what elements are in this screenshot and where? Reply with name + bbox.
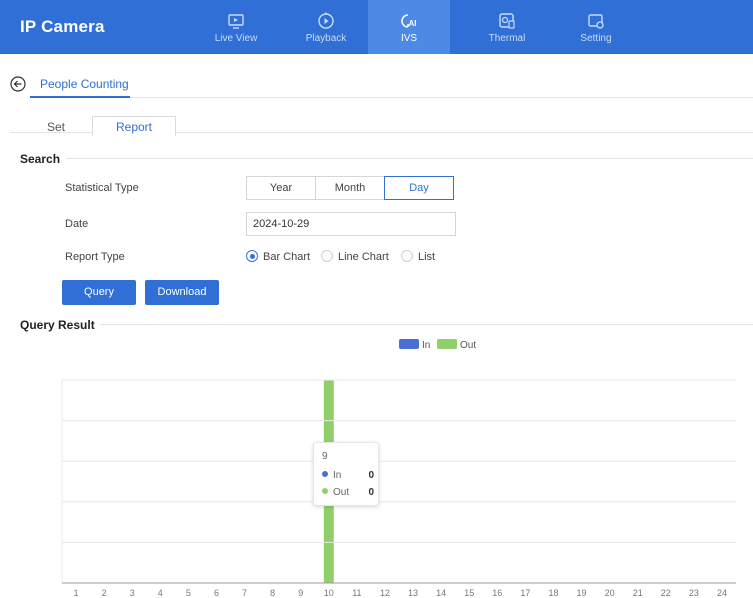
nav-live-view-label: Live View <box>214 33 258 44</box>
page-title: People Counting <box>40 77 129 91</box>
report-type-bar-chart-label: Bar Chart <box>263 251 311 263</box>
tooltip-row-in: In 0 <box>322 470 374 481</box>
x-tick-label: 4 <box>158 588 163 598</box>
ai-icon: AI <box>401 14 417 28</box>
x-tick-label: 5 <box>186 588 191 598</box>
statistical-type-year[interactable]: Year <box>246 176 316 200</box>
x-tick-label: 15 <box>464 588 474 598</box>
nav-thermal-label: Thermal <box>488 33 526 44</box>
x-tick-label: 12 <box>380 588 390 598</box>
report-type-line-chart-label: Line Chart <box>338 251 389 263</box>
radio-unselected-icon <box>401 250 413 262</box>
top-navigation-bar: IP Camera Live View Playback AI IVS Ther… <box>0 0 753 54</box>
radio-selected-icon <box>246 250 258 262</box>
x-tick-label: 21 <box>633 588 643 598</box>
tooltip-row-out: Out 0 <box>322 487 374 498</box>
nav-ivs[interactable]: AI IVS <box>368 0 450 54</box>
x-tick-label: 11 <box>352 588 361 598</box>
tooltip-in-name: In <box>333 470 342 481</box>
tooltip-out-value: 0 <box>368 487 374 498</box>
chart-tooltip: 9 In 0 Out 0 <box>313 442 379 506</box>
report-type-list-label: List <box>418 251 436 263</box>
report-type-line-chart[interactable]: Line Chart <box>321 250 389 263</box>
x-tick-label: 13 <box>408 588 418 598</box>
tooltip-out-dot <box>322 488 328 494</box>
tooltip-in-value: 0 <box>368 470 374 481</box>
setting-icon <box>588 14 604 29</box>
x-tick-label: 20 <box>605 588 615 598</box>
x-tick-label: 16 <box>492 588 502 598</box>
statistical-type-day[interactable]: Day <box>384 176 454 200</box>
playback-icon <box>318 12 334 29</box>
download-button[interactable]: Download <box>145 280 219 305</box>
thermal-icon <box>499 13 515 29</box>
legend-out-swatch <box>437 339 457 349</box>
x-tick-label: 14 <box>436 588 446 598</box>
query-result-section-header: Query Result <box>20 318 95 332</box>
x-tick-label: 18 <box>548 588 558 598</box>
x-tick-label: 22 <box>661 588 671 598</box>
x-tick-label: 6 <box>214 588 219 598</box>
query-button[interactable]: Query <box>62 280 136 305</box>
tab-set[interactable]: Set <box>30 120 82 138</box>
back-icon[interactable] <box>10 76 26 92</box>
x-tick-label: 2 <box>102 588 107 598</box>
radio-unselected-icon <box>321 250 333 262</box>
statistical-type-selector: Year Month Day <box>246 176 454 200</box>
nav-setting[interactable]: Setting <box>555 0 637 54</box>
report-type-bar-chart[interactable]: Bar Chart <box>246 250 310 263</box>
report-type-list[interactable]: List <box>401 250 435 263</box>
nav-live-view[interactable]: Live View <box>195 0 277 54</box>
query-result-section-divider <box>100 324 753 325</box>
x-tick-label: 17 <box>520 588 530 598</box>
tooltip-in-dot <box>322 471 328 477</box>
legend-in-swatch <box>399 339 419 349</box>
x-tick-label: 23 <box>689 588 699 598</box>
date-label: Date <box>65 218 89 230</box>
legend-out[interactable]: Out <box>437 339 476 351</box>
search-section-divider <box>66 158 753 159</box>
live-view-icon <box>228 14 244 29</box>
title-divider <box>30 97 753 98</box>
legend-out-label: Out <box>460 340 477 351</box>
report-type-label: Report Type <box>65 251 125 263</box>
x-tick-label: 24 <box>717 588 727 598</box>
x-tick-label: 1 <box>74 588 79 598</box>
x-tick-label: 10 <box>324 588 334 598</box>
nav-playback-label: Playback <box>305 33 347 44</box>
date-field[interactable]: 2024-10-29 <box>246 212 456 236</box>
nav-playback[interactable]: Playback <box>285 0 367 54</box>
legend-in[interactable]: In <box>399 339 430 351</box>
nav-ivs-label: IVS <box>400 33 418 44</box>
app-title: IP Camera <box>20 17 105 36</box>
x-tick-label: 19 <box>577 588 587 598</box>
svg-text:AI: AI <box>409 19 417 28</box>
tooltip-title: 9 <box>322 451 328 462</box>
page-title-underline <box>30 96 130 98</box>
statistical-type-month[interactable]: Month <box>315 176 385 200</box>
tab-report[interactable]: Report <box>92 116 176 136</box>
x-tick-label: 9 <box>298 588 303 598</box>
x-tick-label: 8 <box>270 588 275 598</box>
legend-in-label: In <box>422 340 431 351</box>
nav-thermal[interactable]: Thermal <box>466 0 548 54</box>
x-tick-label: 7 <box>242 588 247 598</box>
search-section-header: Search <box>20 152 61 166</box>
nav-setting-label: Setting <box>580 33 612 44</box>
statistical-type-label: Statistical Type <box>65 182 139 194</box>
x-tick-label: 3 <box>130 588 135 598</box>
tooltip-out-name: Out <box>333 487 350 498</box>
